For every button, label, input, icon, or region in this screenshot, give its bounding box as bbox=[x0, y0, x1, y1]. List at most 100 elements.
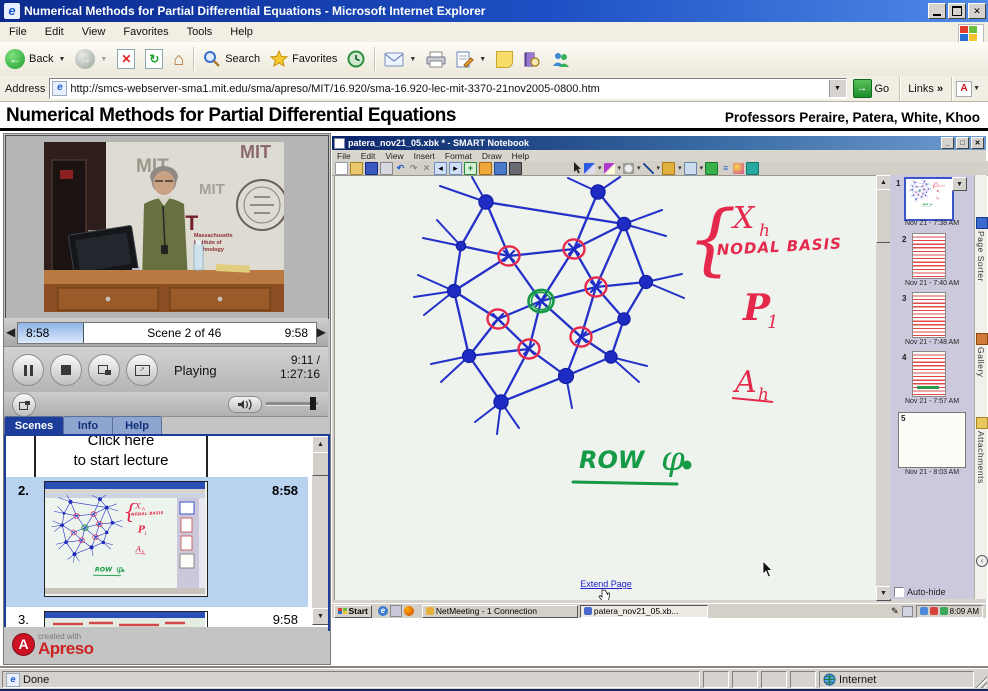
print-button[interactable] bbox=[421, 44, 451, 74]
creative-pen-icon[interactable] bbox=[604, 163, 615, 174]
home-button[interactable]: ⌂ bbox=[168, 44, 189, 74]
nb-menu-draw[interactable]: Draw bbox=[477, 151, 507, 161]
capture-icon[interactable] bbox=[479, 162, 492, 175]
address-dropdown[interactable]: ▼ bbox=[829, 80, 846, 97]
extend-page-link[interactable]: Extend Page bbox=[580, 579, 632, 589]
page2-thumbnail[interactable] bbox=[912, 233, 946, 279]
start-button[interactable]: Start bbox=[334, 605, 372, 618]
delete-icon[interactable]: ✕ bbox=[421, 163, 432, 174]
tab-page-sorter[interactable]: Page Sorter bbox=[976, 231, 986, 282]
canvas-scroll-down[interactable]: ▼ bbox=[876, 586, 891, 601]
auto-hide-control[interactable]: Auto-hide bbox=[894, 587, 946, 597]
quicklaunch-ie-icon[interactable]: e bbox=[378, 606, 388, 616]
menu-tools[interactable]: Tools bbox=[178, 24, 222, 40]
notebook-canvas[interactable]: Extend Page bbox=[334, 175, 877, 600]
group-icon[interactable] bbox=[705, 162, 718, 175]
stop-playback-button[interactable] bbox=[50, 354, 82, 386]
tab-help[interactable]: Help bbox=[112, 416, 162, 435]
scene-scroll-thumb[interactable] bbox=[312, 452, 329, 476]
address-input[interactable]: e http://smcs-webserver-sma1.mit.edu/sma… bbox=[49, 78, 846, 99]
menu-view[interactable]: View bbox=[73, 24, 115, 40]
layout-swap-button[interactable] bbox=[88, 354, 120, 386]
undo-icon[interactable]: ↶ bbox=[395, 163, 406, 174]
slide-view-button[interactable]: ↗ bbox=[126, 354, 158, 386]
properties-icon[interactable] bbox=[746, 162, 759, 175]
menu-file[interactable]: File bbox=[0, 24, 36, 40]
insert-page-icon[interactable]: + bbox=[464, 162, 477, 175]
scene-progress-bar[interactable]: 8:58 Scene 2 of 46 9:58 bbox=[17, 322, 317, 344]
minimize-button[interactable] bbox=[926, 3, 946, 19]
pen-tool-icon[interactable] bbox=[584, 163, 595, 174]
menu-help[interactable]: Help bbox=[221, 24, 262, 40]
messenger-button[interactable] bbox=[546, 44, 576, 74]
save-icon[interactable] bbox=[365, 162, 378, 175]
color-icon[interactable] bbox=[733, 163, 744, 174]
history-button[interactable] bbox=[342, 44, 370, 74]
page1-thumbnail[interactable] bbox=[904, 177, 954, 221]
pause-button[interactable] bbox=[12, 354, 44, 386]
nb-menu-edit[interactable]: Edit bbox=[356, 151, 381, 161]
back-button[interactable]: ← Back▼ bbox=[0, 44, 70, 74]
page1-menu-button[interactable]: ▼ bbox=[952, 177, 967, 191]
menu-favorites[interactable]: Favorites bbox=[114, 24, 177, 40]
discuss-button[interactable] bbox=[491, 44, 518, 74]
go-button[interactable]: → Go bbox=[847, 79, 896, 98]
next-page-icon[interactable]: ▸ bbox=[449, 162, 462, 175]
nb-menu-help[interactable]: Help bbox=[507, 151, 534, 161]
refresh-button[interactable]: ↻ bbox=[140, 44, 168, 74]
video-frame[interactable]: MIT MIT MIT MIT Massachusetts Institute … bbox=[44, 142, 284, 312]
task-smart-notebook[interactable]: patera_nov21_05.xb... bbox=[580, 605, 708, 618]
nb-menu-file[interactable]: File bbox=[332, 151, 356, 161]
paste-icon[interactable] bbox=[380, 162, 393, 175]
canvas-scroll-thumb[interactable] bbox=[876, 189, 891, 243]
canvas-scrollbar[interactable]: ▲ ▼ bbox=[876, 175, 890, 599]
scene-scroll-up[interactable]: ▲ bbox=[312, 436, 329, 453]
tray-pen-icon[interactable]: ✎ bbox=[891, 606, 899, 617]
research-button[interactable] bbox=[518, 44, 546, 74]
quicklaunch-desktop-icon[interactable] bbox=[390, 605, 402, 617]
task-netmeeting[interactable]: NetMeeting - 1 Connection bbox=[422, 605, 578, 618]
tray-shield-icon[interactable] bbox=[930, 607, 938, 615]
resize-grip[interactable] bbox=[975, 676, 987, 688]
tab-scenes[interactable]: Scenes bbox=[4, 416, 64, 435]
search-button[interactable]: Search bbox=[198, 44, 265, 74]
menu-edit[interactable]: Edit bbox=[36, 24, 73, 40]
collapse-panel-icon[interactable]: ‹ bbox=[976, 555, 988, 567]
camera-icon[interactable] bbox=[509, 162, 522, 175]
previous-scene-button[interactable]: ◀ bbox=[6, 325, 15, 339]
stop-button[interactable]: ✕ bbox=[112, 44, 140, 74]
tray-msn-icon[interactable] bbox=[920, 607, 928, 615]
next-scene-button[interactable]: ▶ bbox=[317, 325, 326, 339]
eraser-tool-icon[interactable] bbox=[623, 163, 634, 174]
scene-list-scrollbar[interactable]: ▲ ▼ bbox=[312, 436, 328, 625]
notebook-maximize-button[interactable]: □ bbox=[956, 137, 969, 149]
nb-menu-insert[interactable]: Insert bbox=[409, 151, 440, 161]
tray-volume-icon[interactable] bbox=[940, 607, 948, 615]
order-icon[interactable]: ≡ bbox=[720, 163, 731, 174]
nb-menu-format[interactable]: Format bbox=[440, 151, 477, 161]
notebook-close-button[interactable]: ✕ bbox=[971, 137, 984, 149]
maximize-button[interactable] bbox=[946, 3, 966, 19]
tab-gallery[interactable]: Gallery bbox=[976, 347, 986, 377]
scene-row-2[interactable]: 2. bbox=[6, 477, 308, 607]
open-icon[interactable] bbox=[350, 162, 363, 175]
scene-row-3[interactable]: 3. 9:58 bbox=[6, 609, 308, 629]
text-tool-icon[interactable] bbox=[684, 162, 697, 175]
page4-thumbnail[interactable] bbox=[912, 351, 946, 397]
scene-scroll-down[interactable]: ▼ bbox=[312, 608, 329, 625]
quicklaunch-player-icon[interactable] bbox=[404, 606, 414, 616]
volume-slider-knob[interactable] bbox=[310, 397, 316, 410]
links-button[interactable]: Links » bbox=[904, 83, 947, 95]
tray-display-icon[interactable] bbox=[902, 606, 913, 617]
notebook-minimize-button[interactable]: _ bbox=[941, 137, 954, 149]
select-tool-icon[interactable] bbox=[572, 162, 582, 174]
show-screen-icon[interactable] bbox=[494, 162, 507, 175]
page3-thumbnail[interactable] bbox=[912, 292, 946, 338]
tab-attachments[interactable]: Attachments bbox=[976, 431, 986, 484]
start-lecture-item[interactable]: Click here to start lecture bbox=[34, 434, 208, 479]
new-page-icon[interactable] bbox=[335, 162, 348, 175]
scene2-thumbnail[interactable] bbox=[44, 481, 208, 597]
previous-page-icon[interactable]: ◂ bbox=[434, 162, 447, 175]
canvas-scroll-up[interactable]: ▲ bbox=[876, 175, 891, 190]
mute-button[interactable] bbox=[228, 396, 262, 413]
